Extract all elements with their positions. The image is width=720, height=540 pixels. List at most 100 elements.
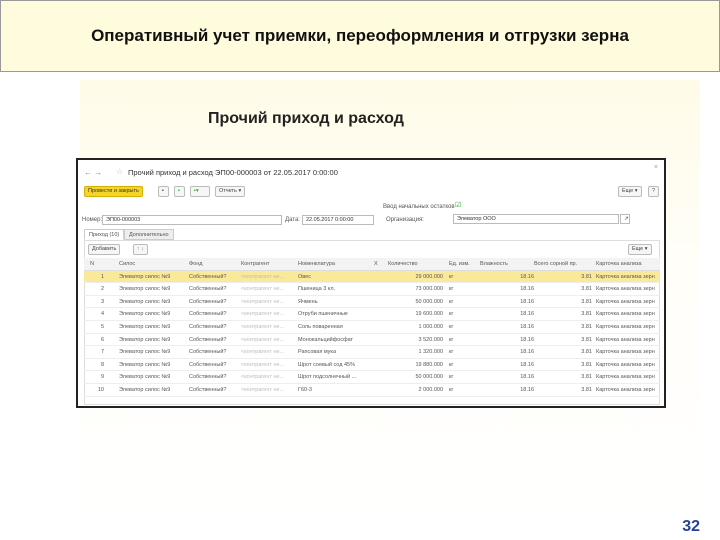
column-header[interactable]: Ед. изм. xyxy=(449,261,470,267)
table-cell: <контрагент не... xyxy=(241,361,285,368)
column-header[interactable]: Всего сорной пр. xyxy=(534,261,577,267)
table-cell: 3.81 xyxy=(581,286,592,293)
table-row[interactable]: 4 Элеватор силос №9 Собственный? <контраген… xyxy=(84,308,660,321)
table-cell: кг xyxy=(449,361,454,368)
table-cell: Собственный? xyxy=(189,298,227,305)
table-cell: Собственный? xyxy=(189,386,227,393)
tab-additional[interactable]: Дополнительно xyxy=(124,229,174,240)
table-cell: <контрагент не... xyxy=(241,298,285,305)
table-cell: 18.16 xyxy=(520,273,534,280)
table-cell: Собственный? xyxy=(189,336,227,343)
table-cell: 1 000.000 xyxy=(418,323,443,330)
table-cell: Карточка анализа зерн xyxy=(596,336,655,343)
table-cell: Собственный? xyxy=(189,361,227,368)
table-cell: Собственный? xyxy=(189,323,227,330)
move-up-icon[interactable]: ↑ ↓ xyxy=(133,244,149,255)
table-cell: Шрот соевый сод 45% xyxy=(298,361,355,368)
organization-open-button[interactable]: ↗ xyxy=(620,214,630,224)
post-icon[interactable]: ▪ xyxy=(174,186,185,197)
table-cell: 50 000.000 xyxy=(415,298,443,305)
date-field[interactable]: 22.05.2017 0:00:00 xyxy=(302,215,374,225)
column-header[interactable]: Контрагент xyxy=(241,261,269,267)
table-cell: 18.16 xyxy=(520,298,534,305)
table-cell: Элеватор силос №9 xyxy=(119,374,171,381)
add-row-button[interactable]: Добавить xyxy=(88,244,121,255)
table-cell: Элеватор силос №9 xyxy=(119,298,171,305)
table-row[interactable]: 6 Элеватор силос №9 Собственный? <контраген… xyxy=(84,334,660,347)
table-cell: кг xyxy=(449,349,454,356)
table-cell: <контрагент не... xyxy=(241,273,285,280)
table-cell: <контрагент не... xyxy=(241,386,285,393)
table-cell: 18.16 xyxy=(520,361,534,368)
table-cell: 19 880.000 xyxy=(415,361,443,368)
tab-income[interactable]: Приход (10) xyxy=(84,229,125,240)
table-row[interactable]: 2 Элеватор силос №9 Собственный? <контраген… xyxy=(84,283,660,296)
help-button[interactable]: ? xyxy=(648,186,660,197)
table-row[interactable]: 5 Элеватор силос №9 Собственный? <контраген… xyxy=(84,321,660,334)
table-row[interactable]: 3 Элеватор силос №9 Собственный? <контраген… xyxy=(84,296,660,309)
table-cell: кг xyxy=(449,374,454,381)
table-cell: Г60-3 xyxy=(298,386,312,393)
table-row[interactable]: 8 Элеватор силос №9 Собственный? <контраген… xyxy=(84,359,660,372)
create-based-icon[interactable]: ▪▾ xyxy=(190,186,210,197)
table-cell: 9 xyxy=(100,374,104,381)
table-cell: кг xyxy=(449,336,454,343)
table-cell: 3.81 xyxy=(581,361,592,368)
close-icon[interactable]: × xyxy=(654,164,658,171)
table-cell: 50 000.000 xyxy=(415,374,443,381)
table-row[interactable]: 9 Элеватор силос №9 Собственный? <контраген… xyxy=(84,371,660,384)
column-header[interactable]: Количество xyxy=(388,261,418,267)
table-cell: 18.16 xyxy=(520,374,534,381)
table-cell: 5 xyxy=(100,323,104,330)
table-cell: Карточка анализа зерн xyxy=(596,374,655,381)
table-more-button[interactable]: Еще ▾ xyxy=(628,244,652,255)
initial-balances-label: Ввод начальных остатков xyxy=(383,204,455,210)
table-cell: Элеватор силос №9 xyxy=(119,323,171,330)
table-cell: кг xyxy=(449,273,454,280)
table-cell: Соль поваренная xyxy=(298,323,343,330)
table-cell: Рапсовая мука xyxy=(298,349,336,356)
table-cell: 2 xyxy=(100,286,104,293)
initial-balances-checkbox[interactable]: ☑ xyxy=(455,201,461,209)
column-header[interactable]: X xyxy=(374,261,378,267)
post-and-close-button[interactable]: Провести и закрыть xyxy=(84,186,143,197)
table-cell: кг xyxy=(449,311,454,318)
table-row[interactable]: 1 Элеватор силос №9 Собственный? <контраген… xyxy=(84,270,660,284)
table-cell: <контрагент не... xyxy=(241,349,285,356)
table-cell: Собственный? xyxy=(189,286,227,293)
table-cell: 3.81 xyxy=(581,349,592,356)
table-cell: 3.81 xyxy=(581,386,592,393)
table-cell: Собственный? xyxy=(189,311,227,318)
table-cell: Овес xyxy=(298,273,311,280)
table-cell: Элеватор силос №9 xyxy=(119,349,171,356)
table-row[interactable]: 7 Элеватор силос №9 Собственный? <контраген… xyxy=(84,346,660,359)
table-cell: 18.16 xyxy=(520,386,534,393)
table-cell: Пшеница 3 кл. xyxy=(298,286,336,293)
organization-field[interactable]: Элеватор ООО xyxy=(453,214,619,224)
number-field[interactable]: ЭП00-000003 xyxy=(102,215,282,225)
table-cell: 3 xyxy=(100,298,104,305)
more-label: Еще xyxy=(622,188,634,194)
more-button[interactable]: Еще ▾ xyxy=(618,186,642,197)
table-more-label: Еще xyxy=(632,246,644,252)
column-header[interactable]: Номенклатура xyxy=(298,261,335,267)
table-cell: кг xyxy=(449,386,454,393)
table-cell: 3.81 xyxy=(581,311,592,318)
column-header[interactable]: Карточка анализа xyxy=(596,261,642,267)
slide-title: Оперативный учет приемки, переоформления… xyxy=(0,0,720,72)
column-header[interactable]: Фонд xyxy=(189,261,203,267)
column-header[interactable]: Силос xyxy=(119,261,135,267)
table-cell: 3 520.000 xyxy=(418,336,443,343)
table-cell: <контрагент не... xyxy=(241,374,285,381)
star-icon[interactable]: ☆ xyxy=(116,167,123,176)
save-icon[interactable]: ▪ xyxy=(158,186,169,197)
table-cell: Элеватор силос №9 xyxy=(119,336,171,343)
table-cell: Карточка анализа зерн xyxy=(596,323,655,330)
column-header[interactable]: Влажность xyxy=(480,261,508,267)
print-button[interactable]: Отчеть ▾ xyxy=(215,186,246,197)
back-icon[interactable]: ← → xyxy=(84,168,102,177)
table-row[interactable]: 10 Элеватор силос №9 Собственный? <контраге… xyxy=(84,384,660,397)
table-cell: Шрот подсолнечный ... xyxy=(298,374,357,381)
column-header[interactable]: N xyxy=(90,261,94,267)
table-cell: Карточка анализа зерн xyxy=(596,386,655,393)
